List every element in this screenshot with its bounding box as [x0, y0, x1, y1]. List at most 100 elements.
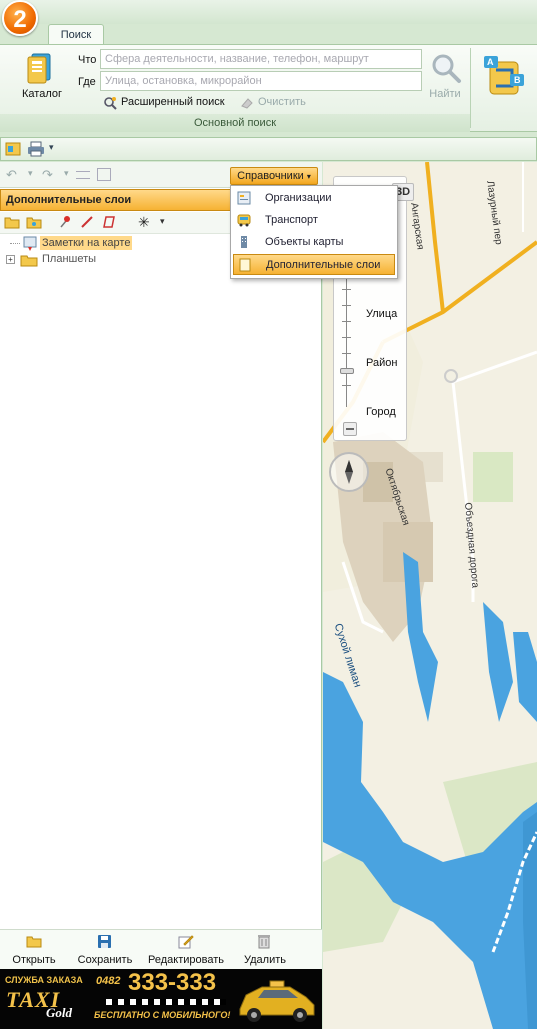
taxi-car-icon	[239, 980, 315, 1022]
catalog-icon	[27, 53, 51, 84]
collapse-icon[interactable]	[76, 171, 90, 179]
trash-icon	[258, 935, 270, 949]
clear-label: Очистить	[258, 96, 306, 108]
delete-label: Удалить	[244, 954, 286, 966]
chevron-down-icon[interactable]: ▾	[160, 216, 165, 227]
zoom-tick	[342, 385, 351, 386]
save-label: Сохранить	[77, 954, 133, 966]
expand-icon[interactable]	[97, 168, 111, 181]
menu-item-label: Объекты карты	[265, 236, 344, 248]
route-a-label: A	[487, 57, 494, 67]
open-label: Открыть	[12, 954, 56, 966]
edit-icon	[178, 935, 194, 949]
title-bar	[0, 0, 537, 24]
folder-open-icon	[26, 936, 42, 948]
what-input[interactable]	[100, 49, 422, 69]
chevron-down-icon[interactable]: ▾	[64, 168, 69, 179]
ad-subtitle: БЕСПЛАТНО С МОБИЛЬНОГО!	[94, 1010, 231, 1020]
find-button[interactable]	[430, 52, 462, 84]
eraser-icon	[241, 98, 253, 109]
what-label: Что	[78, 54, 97, 66]
ribbon-separator	[470, 48, 471, 128]
layers-icon	[239, 258, 251, 272]
zoom-level-city[interactable]: Город	[366, 406, 396, 418]
zoom-slider-thumb[interactable]	[340, 368, 354, 374]
print-icon[interactable]	[27, 141, 45, 157]
compass[interactable]	[329, 452, 369, 492]
ad-service-label: СЛУЖБА ЗАКАЗА	[5, 975, 83, 985]
edit-button[interactable]: Редактировать	[144, 930, 228, 970]
advanced-search-button[interactable]: Расширенный поиск	[103, 95, 235, 111]
folder-icon	[20, 255, 38, 267]
zoom-tick	[342, 321, 351, 322]
route-b-label: B	[514, 75, 521, 85]
menu-item-transport[interactable]: Транспорт	[233, 210, 395, 231]
organizations-icon	[237, 191, 251, 205]
menu-item-organizations[interactable]: Организации	[233, 188, 395, 209]
catalog-button[interactable]	[24, 52, 58, 86]
advanced-search-label: Расширенный поиск	[121, 96, 225, 108]
tree-item-tablets[interactable]: + Планшеты	[6, 253, 156, 269]
advanced-search-icon	[104, 97, 117, 110]
menu-item-label: Транспорт	[265, 214, 318, 226]
delete-button[interactable]: Удалить	[236, 930, 294, 970]
bottom-actions: Открыть Сохранить Редактировать Удалить	[0, 929, 322, 969]
tree-item-notes[interactable]: Заметки на карте	[10, 236, 160, 252]
zoom-tick	[342, 289, 351, 290]
where-input[interactable]	[100, 71, 422, 91]
tab-search[interactable]: Поиск	[48, 24, 104, 45]
expand-node-icon[interactable]: +	[6, 255, 15, 264]
edit-label: Редактировать	[148, 954, 224, 966]
ad-code: 0482	[96, 975, 121, 987]
route-button[interactable]: A B	[484, 54, 524, 108]
folder-open-icon[interactable]	[4, 215, 20, 229]
zoom-level-street[interactable]: Улица	[366, 308, 397, 320]
find-label: Найти	[429, 88, 461, 100]
tree-item-label: Заметки на карте	[40, 236, 133, 250]
open-button[interactable]: Открыть	[4, 930, 64, 970]
where-label: Где	[78, 76, 96, 88]
quick-toolbar: ▾	[0, 137, 537, 161]
minus-icon	[346, 428, 354, 430]
catalog-label: Каталог	[22, 88, 62, 100]
menu-item-label: Организации	[265, 192, 332, 204]
menu-item-label: Дополнительные слои	[266, 259, 381, 271]
notes-icon	[23, 236, 37, 251]
group-label: Основной поиск	[0, 114, 470, 132]
zoom-tick	[342, 305, 351, 306]
directories-menu: Организации Транспорт Объекты карты Допо…	[230, 185, 398, 279]
save-icon	[98, 935, 111, 948]
save-button[interactable]: Сохранить	[72, 930, 138, 970]
pin-icon[interactable]	[58, 215, 72, 229]
app-logo[interactable]: 2	[2, 0, 38, 36]
ad-number: 333-333	[128, 969, 217, 996]
compass-icon	[345, 460, 353, 484]
clear-button[interactable]: Очистить	[240, 95, 312, 111]
polygon-icon[interactable]	[102, 215, 116, 229]
directories-label: Справочники	[237, 170, 304, 182]
magnifier-icon	[432, 54, 461, 83]
transport-icon	[237, 214, 251, 227]
ad-checker-stripe	[106, 999, 226, 1005]
undo-icon[interactable]: ↶	[6, 167, 17, 183]
directories-button[interactable]: Справочники ▾	[230, 167, 318, 185]
chevron-down-icon[interactable]: ▾	[28, 168, 33, 179]
redo-icon[interactable]: ↷	[42, 167, 53, 183]
menu-item-map-objects[interactable]: Объекты карты	[233, 232, 395, 253]
asterisk-icon[interactable]: ✳	[138, 214, 150, 231]
map-icon[interactable]	[5, 141, 21, 157]
map-objects-icon	[241, 236, 247, 248]
ad-banner[interactable]: СЛУЖБА ЗАКАЗА TAXI Gold 0482 333-333 БЕС…	[0, 969, 322, 1029]
chevron-down-icon[interactable]: ▾	[49, 142, 54, 153]
zoom-tick	[342, 337, 351, 338]
tree-line	[10, 243, 20, 244]
zoom-level-district[interactable]: Район	[366, 357, 397, 369]
tree-item-label: Планшеты	[42, 253, 97, 265]
zoom-out-button[interactable]	[343, 422, 357, 436]
ad-brand-gold: Gold	[46, 1005, 72, 1020]
menu-item-additional-layers[interactable]: Дополнительные слои	[233, 254, 395, 275]
folder-link-icon[interactable]	[26, 215, 42, 229]
chevron-down-icon: ▾	[306, 172, 311, 181]
line-icon[interactable]	[80, 215, 94, 229]
zoom-tick	[342, 353, 351, 354]
